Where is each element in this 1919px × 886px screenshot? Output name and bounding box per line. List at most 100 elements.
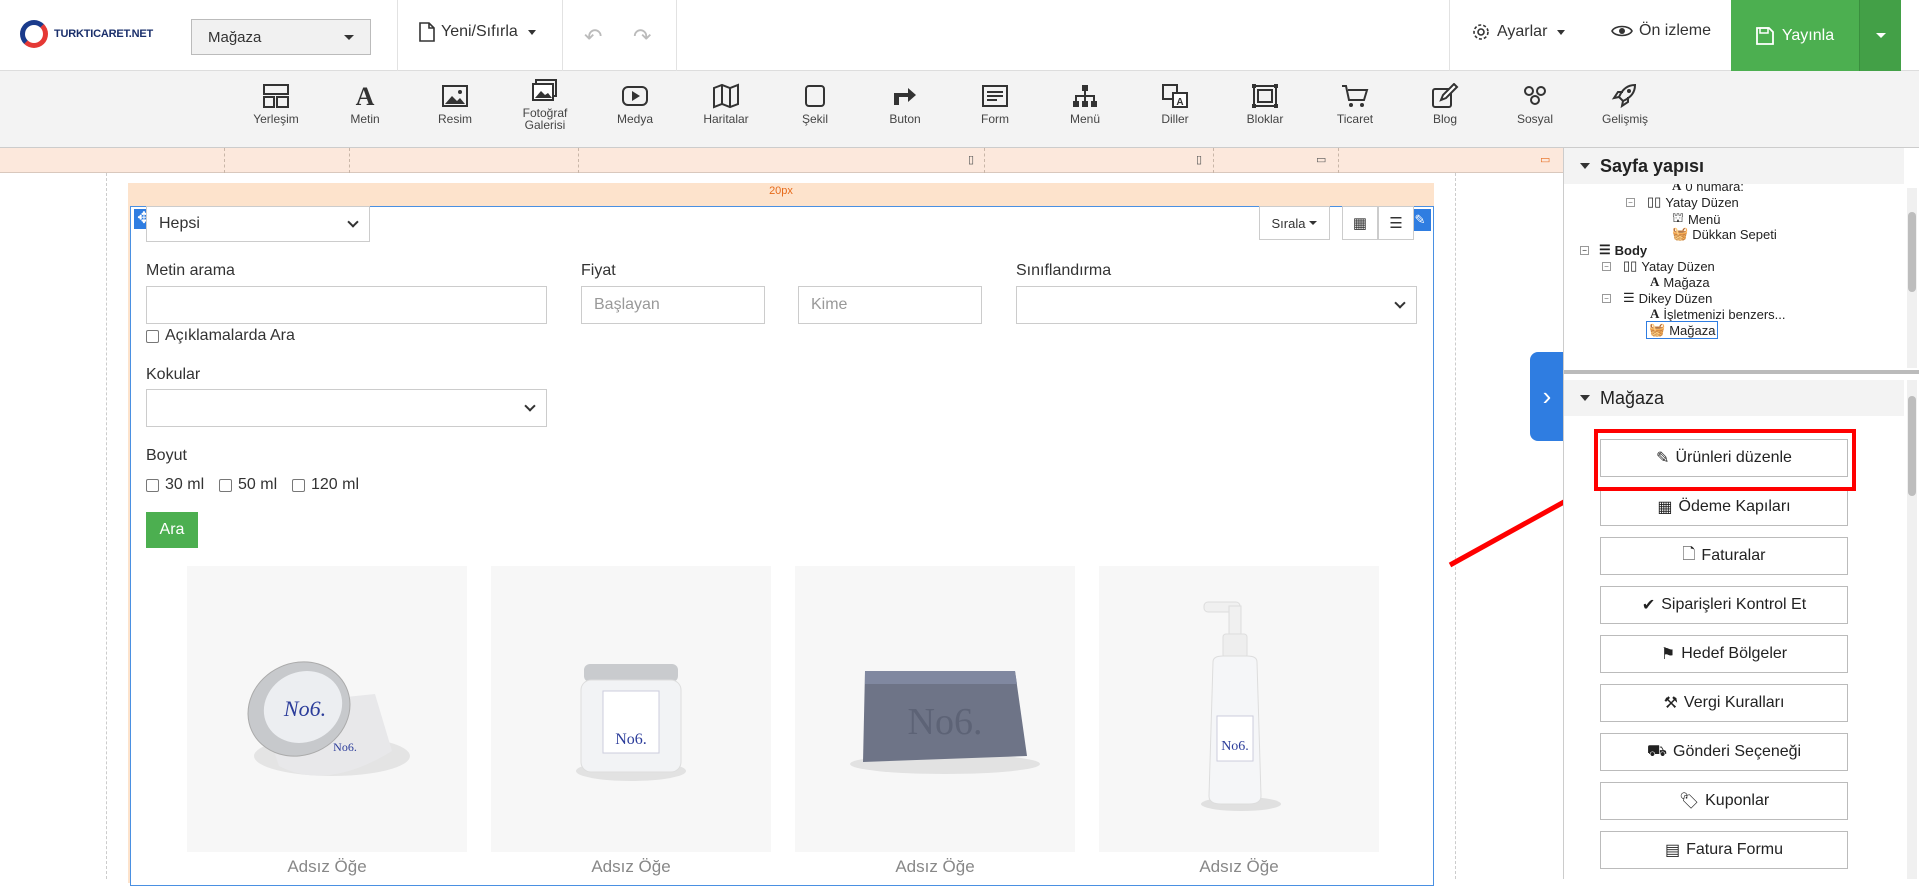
- tool-advanced[interactable]: Gelişmiş: [1585, 83, 1665, 125]
- desktop-breakpoint-icon[interactable]: ▭: [1540, 153, 1550, 166]
- checkbox[interactable]: [146, 329, 159, 343]
- category-select[interactable]: Hepsi: [146, 206, 370, 242]
- collapse-toggle[interactable]: −: [1602, 293, 1611, 303]
- tool-blocks[interactable]: Bloklar: [1225, 83, 1305, 125]
- tool-button[interactable]: Buton: [865, 83, 945, 125]
- publish-button[interactable]: Yayınla: [1731, 0, 1859, 71]
- search-input[interactable]: [146, 286, 547, 324]
- payment-gateways-button[interactable]: ▦ Ödeme Kapıları: [1600, 488, 1848, 526]
- map-icon: [713, 83, 739, 109]
- tree-node[interactable]: − ☰ Dikey Düzen: [1602, 290, 1712, 306]
- tool-gallery[interactable]: Fotoğraf Galerisi: [505, 79, 585, 131]
- sort-button[interactable]: Sırala: [1259, 206, 1330, 240]
- tree-node[interactable]: A0 numara:: [1672, 184, 1744, 194]
- size-option-50ml[interactable]: 50 ml: [219, 476, 277, 494]
- product-name[interactable]: Adsız Öğe: [1099, 857, 1379, 877]
- search-descriptions-checkbox[interactable]: Açıklamalarda Ara: [146, 327, 295, 345]
- store-section-header[interactable]: Mağaza: [1564, 380, 1904, 416]
- redo-icon[interactable]: ↷: [633, 24, 651, 50]
- store-scrollbar[interactable]: [1907, 380, 1917, 879]
- tree-node[interactable]: 🧺 Dükkan Sepeti: [1672, 226, 1777, 242]
- new-reset-button[interactable]: Yeni/Sıfırla: [419, 22, 536, 42]
- tool-form[interactable]: Form: [955, 83, 1035, 125]
- tool-image[interactable]: Resim: [415, 83, 495, 125]
- tool-menu[interactable]: Menü: [1045, 83, 1125, 125]
- product-card[interactable]: No6.: [491, 566, 771, 852]
- panel-divider[interactable]: [1564, 370, 1919, 374]
- gavel-icon: ⚒: [1663, 695, 1678, 712]
- check-orders-button[interactable]: ✔ Siparişleri Kontrol Et: [1600, 586, 1848, 624]
- settings-button[interactable]: Ayarlar: [1471, 22, 1566, 42]
- grid-view-button[interactable]: ▦: [1342, 206, 1378, 240]
- list-view-button[interactable]: ☰: [1378, 206, 1414, 240]
- checkbox[interactable]: [292, 478, 305, 492]
- tool-label: Medya: [616, 112, 654, 126]
- tree-node-label: Mağaza: [1669, 322, 1716, 338]
- button-icon: [894, 88, 916, 105]
- page-structure-header[interactable]: Sayfa yapısı: [1564, 148, 1904, 184]
- tool-maps[interactable]: Haritalar: [686, 83, 766, 125]
- mobile-breakpoint-icon[interactable]: ▯: [968, 153, 974, 166]
- invoice-form-button[interactable]: ▤ Fatura Formu: [1600, 831, 1848, 869]
- store-select[interactable]: Mağaza: [191, 19, 371, 55]
- tool-commerce[interactable]: Ticaret: [1315, 83, 1395, 125]
- tool-blog[interactable]: Blog: [1405, 83, 1485, 125]
- preview-button[interactable]: Ön izleme: [1611, 22, 1711, 40]
- properties-panel: Sayfa yapısı A0 numara: − ▯▯ Yatay Düzen ⛫…: [1563, 148, 1919, 879]
- tablet-breakpoint-icon[interactable]: ▯: [1196, 153, 1202, 166]
- checkbox[interactable]: [146, 478, 159, 492]
- divider: [562, 0, 563, 71]
- laptop-breakpoint-icon[interactable]: ▭: [1316, 153, 1326, 166]
- price-to-input[interactable]: Kime: [798, 286, 982, 324]
- undo-icon[interactable]: ↶: [584, 24, 602, 50]
- tree-node-selected[interactable]: 🧺 Mağaza: [1646, 321, 1719, 339]
- search-button[interactable]: Ara: [146, 512, 198, 548]
- target-regions-button[interactable]: ⚑ Hedef Bölgeler: [1600, 635, 1848, 673]
- publish-dropdown-toggle[interactable]: [1859, 0, 1901, 71]
- tool-languages[interactable]: A Diller: [1135, 83, 1215, 125]
- file-icon: [419, 22, 435, 42]
- grid-icon: ▦: [1657, 499, 1673, 516]
- divider: [676, 0, 677, 71]
- tool-shape[interactable]: Şekil: [775, 83, 855, 125]
- structure-scrollbar[interactable]: [1907, 188, 1917, 368]
- eye-icon: [1611, 25, 1633, 37]
- coupons-button[interactable]: 🏷 Kuponlar: [1600, 782, 1848, 820]
- brand-logo[interactable]: TURKTICARET.NET: [20, 20, 153, 48]
- tree-node[interactable]: − ▯▯ Yatay Düzen: [1626, 194, 1739, 210]
- product-card[interactable]: No6. No6.: [187, 566, 467, 852]
- caret-down-icon: [1580, 395, 1590, 401]
- chevron-down-icon: [1875, 33, 1886, 38]
- shipping-option-button[interactable]: ⛟ Gönderi Seçeneği: [1600, 733, 1848, 771]
- tool-media[interactable]: Medya: [595, 83, 675, 125]
- scents-select[interactable]: [146, 389, 547, 427]
- product-name[interactable]: Adsız Öğe: [187, 857, 467, 877]
- size-option-30ml[interactable]: 30 ml: [146, 476, 204, 494]
- tree-node[interactable]: A İşletmenizi benzers...: [1650, 306, 1786, 322]
- svg-text:No6.: No6.: [615, 731, 647, 748]
- tool-layout[interactable]: Yerleşim: [236, 83, 316, 125]
- product-card[interactable]: No6.: [1099, 566, 1379, 852]
- checkbox[interactable]: [219, 478, 232, 492]
- product-name[interactable]: Adsız Öğe: [491, 857, 771, 877]
- panel-toggle-button[interactable]: ›: [1530, 352, 1564, 441]
- tax-rules-button[interactable]: ⚒ Vergi Kuralları: [1600, 684, 1848, 722]
- collapse-toggle[interactable]: −: [1580, 245, 1589, 255]
- price-from-input[interactable]: Başlayan: [581, 286, 765, 324]
- svg-text:No6.: No6.: [333, 740, 357, 754]
- product-card[interactable]: No6.: [795, 566, 1075, 852]
- size-option-120ml[interactable]: 120 ml: [292, 476, 359, 494]
- tool-social[interactable]: Sosyal: [1495, 83, 1575, 125]
- tree-node[interactable]: A Mağaza: [1650, 274, 1710, 290]
- classification-select[interactable]: [1016, 286, 1417, 324]
- tree-node[interactable]: − ☰ Body: [1580, 242, 1647, 258]
- category-select-value: Hepsi: [159, 215, 200, 232]
- collapse-toggle[interactable]: −: [1626, 197, 1635, 207]
- store-select-value: Mağaza: [208, 28, 262, 46]
- cart-icon: [1342, 85, 1369, 107]
- product-name[interactable]: Adsız Öğe: [795, 857, 1075, 877]
- tool-text[interactable]: A Metin: [325, 83, 405, 125]
- invoices-button[interactable]: 🗋 Faturalar: [1600, 537, 1848, 575]
- collapse-toggle[interactable]: −: [1602, 261, 1611, 271]
- tree-node[interactable]: − ▯▯ Yatay Düzen: [1602, 258, 1715, 274]
